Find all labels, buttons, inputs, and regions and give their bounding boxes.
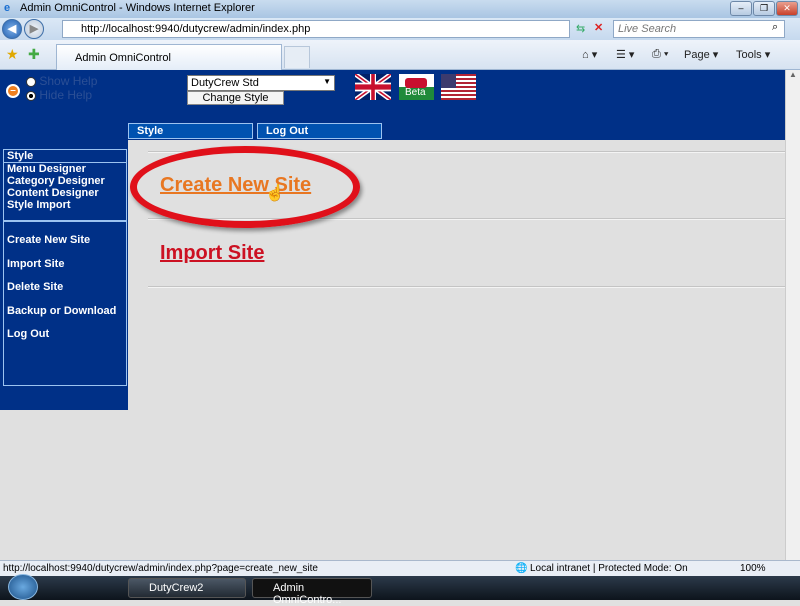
back-button[interactable]: ◀	[2, 19, 22, 39]
help-options: Show Help Hide Help	[26, 74, 97, 102]
home-icon[interactable]: ⌂ ▾	[582, 48, 597, 61]
nav-tab-log-out[interactable]: Log Out	[257, 123, 382, 139]
sidebar-item-style-import[interactable]: Style Import	[4, 199, 126, 211]
refresh-icon[interactable]: ⇆	[576, 22, 585, 35]
tab-title: Admin OmniControl	[75, 52, 171, 64]
add-favorites-icon[interactable]: ✚	[28, 46, 40, 63]
tab-admin-omnicontrol[interactable]: Admin OmniControl	[56, 44, 282, 70]
taskbar-item-admin-omnicontrol[interactable]: Admin OmniContro...	[252, 578, 372, 606]
wales-flag[interactable]: Beta	[399, 74, 434, 100]
search-icon[interactable]: ⌕	[772, 21, 778, 34]
close-button[interactable]: ✕	[776, 1, 798, 16]
sidebar-item-import-site[interactable]: Import Site	[4, 258, 126, 282]
style-menu: Style Menu Designer Category Designer Co…	[3, 149, 127, 221]
hide-help-option[interactable]: Hide Help	[26, 88, 97, 102]
page-menu[interactable]: Page ▾	[684, 48, 718, 61]
show-help-option[interactable]: Show Help	[26, 74, 97, 88]
divider	[148, 286, 785, 288]
sidebar-item-backup-or-download[interactable]: Backup or Download	[4, 305, 126, 329]
zone-icon: 🌐	[515, 563, 528, 574]
forward-button[interactable]: ▶	[24, 19, 44, 39]
address-input[interactable]: http://localhost:9940/dutycrew/admin/ind…	[62, 20, 570, 38]
create-new-site-link[interactable]: Create New Site	[160, 174, 311, 197]
nav-tab-style[interactable]: Style	[128, 123, 253, 139]
import-site-link[interactable]: Import Site	[160, 242, 264, 265]
taskbar-item-dutycrew2[interactable]: DutyCrew2	[128, 578, 246, 598]
tools-menu[interactable]: Tools ▾	[736, 48, 770, 61]
stop-icon[interactable]: ✕	[594, 21, 603, 34]
taskbar: DutyCrew2 Admin OmniContro...	[0, 576, 800, 606]
restore-button[interactable]: ❐	[753, 1, 775, 16]
sidebar-item-menu-designer[interactable]: Menu Designer	[4, 163, 126, 175]
sidebar-item-content-designer[interactable]: Content Designer	[4, 187, 126, 199]
search-input[interactable]: Live Search	[613, 20, 785, 38]
status-url: http://localhost:9940/dutycrew/admin/ind…	[3, 563, 318, 574]
us-flag[interactable]	[441, 74, 476, 100]
uk-flag[interactable]	[355, 74, 391, 100]
help-toggle-icon: –	[6, 84, 20, 98]
sidebar-item-log-out[interactable]: Log Out	[4, 328, 126, 352]
style-select[interactable]: DutyCrew Std ▼	[187, 75, 335, 91]
window-title: Admin OmniControl - Windows Internet Exp…	[20, 2, 255, 14]
sidebar-item-delete-site[interactable]: Delete Site	[4, 281, 126, 305]
address-bar-row: ◀ ▶ http://localhost:9940/dutycrew/admin…	[0, 18, 800, 40]
security-zone: Local intranet | Protected Mode: On	[530, 563, 688, 574]
window-title-bar: e Admin OmniControl - Windows Internet E…	[0, 0, 800, 18]
favorites-star-icon[interactable]: ★	[6, 46, 19, 63]
sidebar-item-category-designer[interactable]: Category Designer	[4, 175, 126, 187]
minimize-button[interactable]: –	[730, 1, 752, 16]
tab-toolbar: ★ ✚ Admin OmniControl ⌂ ▾ ☰ ▾ ⎙ ▾ Page ▾…	[0, 40, 800, 70]
ie-icon: e	[4, 2, 11, 14]
change-style-button[interactable]: Change Style	[187, 91, 284, 105]
hand-cursor-icon: ☝	[265, 185, 285, 202]
print-icon[interactable]: ⎙ ▾	[652, 48, 668, 61]
start-button[interactable]	[8, 574, 38, 600]
vertical-scrollbar[interactable]: ▲	[785, 70, 800, 560]
style-menu-header: Style	[4, 150, 126, 163]
new-tab-button[interactable]	[284, 46, 310, 68]
status-bar: http://localhost:9940/dutycrew/admin/ind…	[0, 560, 800, 576]
feeds-icon[interactable]: ☰ ▾	[616, 48, 634, 61]
site-menu: Create New Site Import Site Delete Site …	[3, 221, 127, 386]
show-help-radio[interactable]	[26, 76, 36, 87]
site-header	[0, 70, 785, 140]
zoom-level[interactable]: 100%	[740, 563, 766, 574]
sidebar-item-create-new-site[interactable]: Create New Site	[4, 234, 126, 258]
hide-help-radio[interactable]	[26, 90, 36, 101]
